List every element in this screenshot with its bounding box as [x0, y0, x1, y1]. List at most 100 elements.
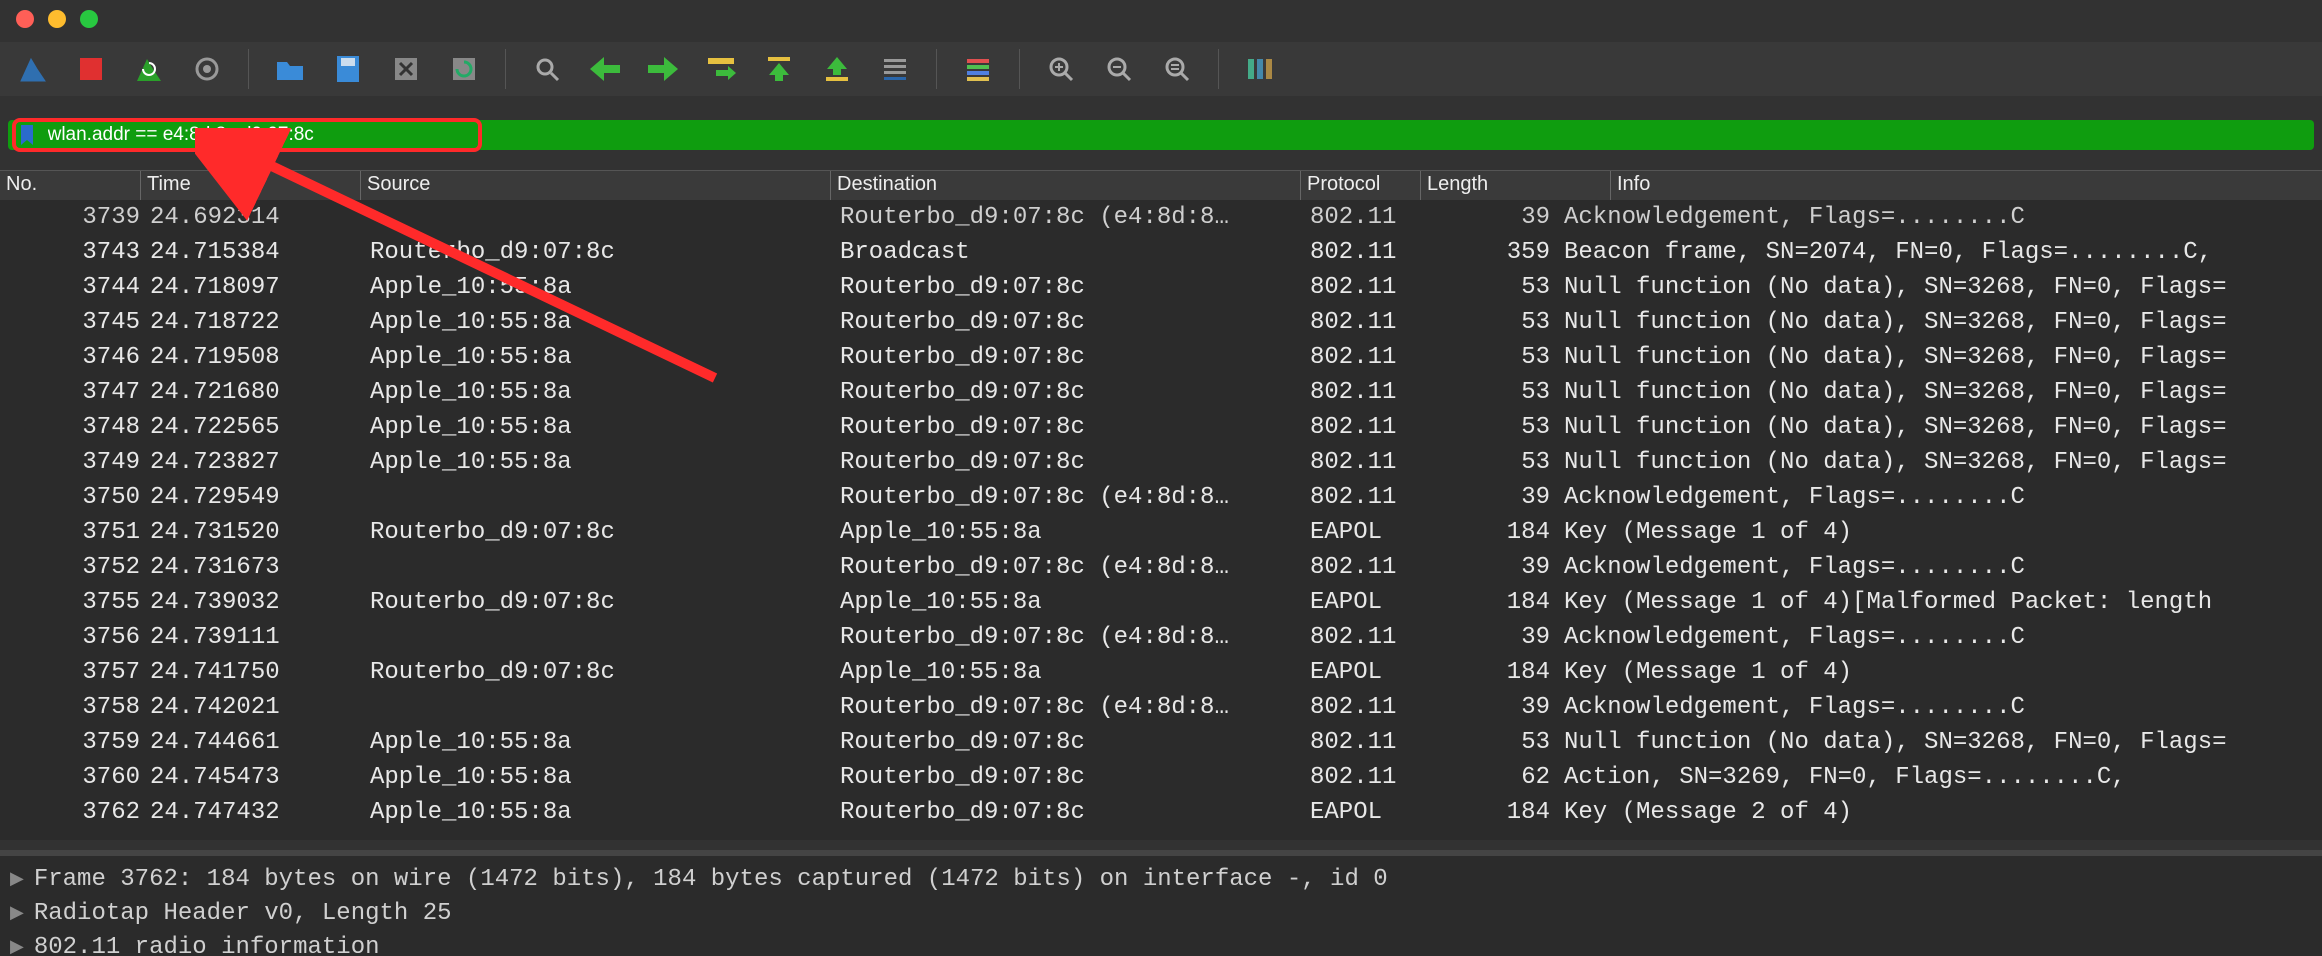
cell-proto: 802.11 — [1310, 274, 1430, 301]
packet-row[interactable]: 375024.729549Routerbo_d9:07:8c (e4:8d:8…… — [0, 480, 2322, 515]
cell-no: 3752 — [10, 554, 150, 581]
cell-src: Routerbo_d9:07:8c — [370, 239, 840, 266]
display-filter-input[interactable] — [46, 123, 2314, 147]
cell-info: Key (Message 1 of 4)[Malformed Packet: l… — [1564, 589, 2322, 616]
bookmark-icon[interactable] — [16, 124, 38, 146]
packet-row[interactable]: 374324.715384Routerbo_d9:07:8cBroadcast8… — [0, 235, 2322, 270]
packet-list[interactable]: 373924.692314 Routerbo_d9:07:8c (e4:8d:8…… — [0, 200, 2322, 840]
packet-list-header[interactable]: No. Time Source Destination Protocol Len… — [0, 170, 2322, 202]
cell-no: 3743 — [10, 239, 150, 266]
go-back-icon[interactable] — [584, 48, 626, 90]
cell-proto: 802.11 — [1310, 344, 1430, 371]
cell-time: 24.722565 — [150, 414, 370, 441]
cell-src: Routerbo_d9:07:8c — [370, 519, 840, 546]
details-text: Radiotap Header v0, Length 25 — [34, 900, 452, 927]
packet-row[interactable]: 374724.721680Apple_10:55:8aRouterbo_d9:0… — [0, 375, 2322, 410]
wireshark-window: No. Time Source Destination Protocol Len… — [0, 0, 2322, 956]
packet-row[interactable]: 375624.739111Routerbo_d9:07:8c (e4:8d:8…… — [0, 620, 2322, 655]
packet-row[interactable]: 375824.742021Routerbo_d9:07:8c (e4:8d:8…… — [0, 690, 2322, 725]
cell-no: 3762 — [10, 799, 150, 826]
close-file-icon[interactable] — [385, 48, 427, 90]
cell-proto: EAPOL — [1310, 659, 1430, 686]
restart-capture-icon[interactable] — [128, 48, 170, 90]
colorize-icon[interactable] — [957, 48, 999, 90]
packet-row[interactable]: 375124.731520Routerbo_d9:07:8cApple_10:5… — [0, 515, 2322, 550]
cell-dst: Routerbo_d9:07:8c — [840, 309, 1310, 336]
packet-row[interactable]: 374424.718097Apple_10:55:8aRouterbo_d9:0… — [0, 270, 2322, 305]
cell-proto: 802.11 — [1310, 554, 1430, 581]
packet-row[interactable]: 374924.723827Apple_10:55:8aRouterbo_d9:0… — [0, 445, 2322, 480]
packet-row[interactable]: 375224.731673Routerbo_d9:07:8c (e4:8d:8…… — [0, 550, 2322, 585]
packet-row[interactable]: 374524.718722Apple_10:55:8aRouterbo_d9:0… — [0, 305, 2322, 340]
cell-proto: 802.11 — [1310, 204, 1430, 231]
cell-time: 24.731673 — [150, 554, 370, 581]
cell-info: Null function (No data), SN=3268, FN=0, … — [1564, 414, 2322, 441]
autoscroll-icon[interactable] — [874, 48, 916, 90]
packet-details-pane[interactable]: ▶ Frame 3762: 184 bytes on wire (1472 bi… — [0, 850, 2322, 956]
goto-first-icon[interactable] — [758, 48, 800, 90]
cell-len: 184 — [1430, 589, 1564, 616]
stop-capture-icon[interactable] — [70, 48, 112, 90]
close-window-button[interactable] — [16, 10, 34, 28]
cell-src: Apple_10:55:8a — [370, 449, 840, 476]
cell-no: 3757 — [10, 659, 150, 686]
cell-time: 24.741750 — [150, 659, 370, 686]
packet-row[interactable]: 375724.741750Routerbo_d9:07:8cApple_10:5… — [0, 655, 2322, 690]
cell-len: 53 — [1430, 309, 1564, 336]
cell-len: 39 — [1430, 554, 1564, 581]
cell-proto: 802.11 — [1310, 694, 1430, 721]
details-row[interactable]: ▶ Frame 3762: 184 bytes on wire (1472 bi… — [0, 862, 2322, 896]
minimize-window-button[interactable] — [48, 10, 66, 28]
cell-time: 24.719508 — [150, 344, 370, 371]
cell-time: 24.723827 — [150, 449, 370, 476]
shark-fin-icon[interactable] — [12, 48, 54, 90]
save-file-icon[interactable] — [327, 48, 369, 90]
col-header-source[interactable]: Source — [360, 171, 830, 201]
col-header-time[interactable]: Time — [140, 171, 360, 201]
packet-row[interactable]: 373924.692314 Routerbo_d9:07:8c (e4:8d:8…… — [0, 200, 2322, 235]
reload-file-icon[interactable] — [443, 48, 485, 90]
col-header-destination[interactable]: Destination — [830, 171, 1300, 201]
resize-columns-icon[interactable] — [1239, 48, 1281, 90]
goto-last-icon[interactable] — [816, 48, 858, 90]
cell-info: Null function (No data), SN=3268, FN=0, … — [1564, 344, 2322, 371]
cell-proto: 802.11 — [1310, 414, 1430, 441]
details-row[interactable]: ▶ 802.11 radio information — [0, 930, 2322, 956]
col-header-protocol[interactable]: Protocol — [1300, 171, 1420, 201]
packet-row[interactable]: 376224.747432Apple_10:55:8aRouterbo_d9:0… — [0, 795, 2322, 830]
packet-row[interactable]: 374624.719508Apple_10:55:8aRouterbo_d9:0… — [0, 340, 2322, 375]
expand-icon[interactable]: ▶ — [10, 902, 24, 924]
cell-dst: Apple_10:55:8a — [840, 589, 1310, 616]
expand-icon[interactable]: ▶ — [10, 936, 24, 956]
cell-info: Acknowledgement, Flags=........C — [1564, 694, 2322, 721]
display-filter-bar — [8, 120, 2314, 150]
expand-icon[interactable]: ▶ — [10, 868, 24, 890]
go-forward-icon[interactable] — [642, 48, 684, 90]
zoom-window-button[interactable] — [80, 10, 98, 28]
cell-dst: Routerbo_d9:07:8c — [840, 449, 1310, 476]
cell-time: 24.747432 — [150, 799, 370, 826]
open-file-icon[interactable] — [269, 48, 311, 90]
capture-options-icon[interactable] — [186, 48, 228, 90]
cell-dst: Routerbo_d9:07:8c — [840, 344, 1310, 371]
zoom-out-icon[interactable] — [1098, 48, 1140, 90]
cell-dst: Routerbo_d9:07:8c (e4:8d:8… — [840, 204, 1310, 231]
cell-proto: 802.11 — [1310, 449, 1430, 476]
find-packet-icon[interactable] — [526, 48, 568, 90]
cell-no: 3739 — [10, 204, 150, 231]
packet-row[interactable]: 375524.739032Routerbo_d9:07:8cApple_10:5… — [0, 585, 2322, 620]
packet-row[interactable]: 375924.744661Apple_10:55:8aRouterbo_d9:0… — [0, 725, 2322, 760]
cell-len: 53 — [1430, 449, 1564, 476]
goto-packet-icon[interactable] — [700, 48, 742, 90]
zoom-in-icon[interactable] — [1040, 48, 1082, 90]
zoom-reset-icon[interactable] — [1156, 48, 1198, 90]
cell-time: 24.692314 — [150, 204, 370, 231]
packet-row[interactable]: 376024.745473Apple_10:55:8aRouterbo_d9:0… — [0, 760, 2322, 795]
details-row[interactable]: ▶ Radiotap Header v0, Length 25 — [0, 896, 2322, 930]
cell-info: Key (Message 1 of 4) — [1564, 519, 2322, 546]
packet-row[interactable]: 374824.722565Apple_10:55:8aRouterbo_d9:0… — [0, 410, 2322, 445]
col-header-info[interactable]: Info — [1610, 171, 2322, 201]
col-header-length[interactable]: Length — [1420, 171, 1610, 201]
col-header-no[interactable]: No. — [0, 171, 140, 201]
cell-info: Null function (No data), SN=3268, FN=0, … — [1564, 309, 2322, 336]
